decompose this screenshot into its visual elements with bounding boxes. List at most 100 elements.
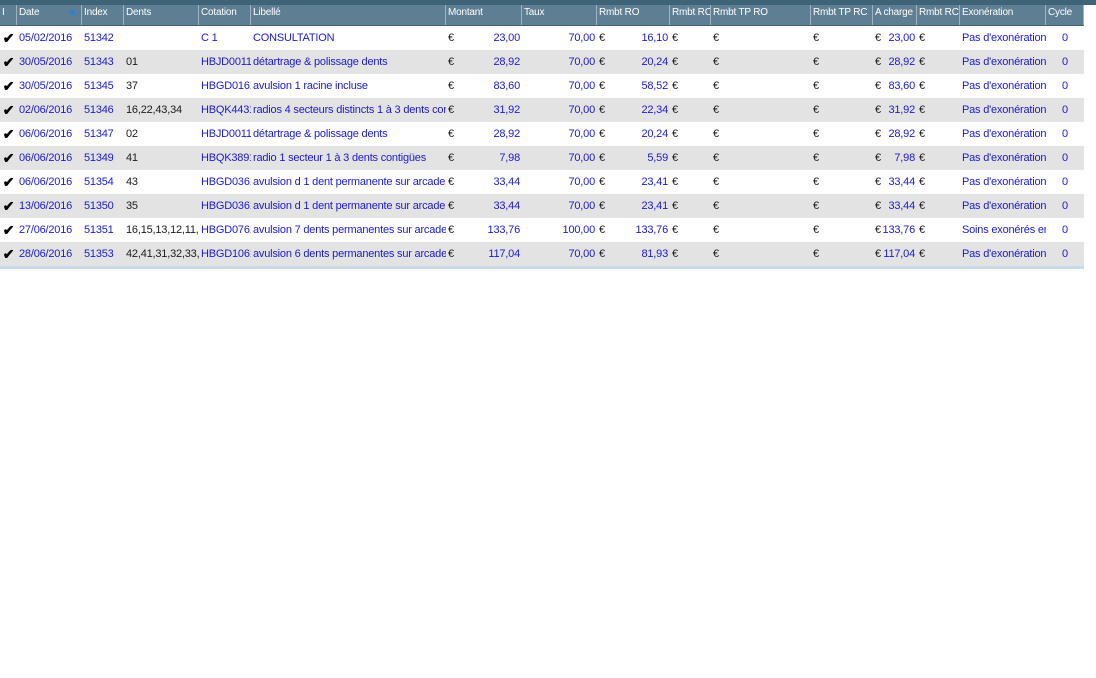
euro-symbol: €: [875, 152, 881, 164]
row-checkbox[interactable]: ✔: [0, 146, 17, 170]
col-header-index[interactable]: Index: [82, 5, 124, 25]
col-header-check[interactable]: I: [0, 5, 17, 25]
euro-symbol: €: [875, 224, 881, 236]
table-row[interactable]: ✔ 05/02/2016 51342 C 1 CONSULTATION €23,00 70,…: [0, 26, 1084, 50]
row-checkbox[interactable]: ✔: [0, 74, 17, 98]
cell-rmbt-tp-ro: €: [711, 98, 811, 122]
euro-symbol: €: [875, 176, 881, 188]
col-header-rmbt-tp-rc[interactable]: Rmbt TP RC: [811, 5, 873, 25]
cell-rmbt-tp-ro: €: [711, 74, 811, 98]
cell-taux: 70,00: [568, 80, 595, 92]
cell-cotation: HBGD0361: [201, 200, 251, 212]
col-header-cycle[interactable]: Cycle: [1046, 5, 1084, 25]
euro-symbol: €: [599, 128, 605, 140]
cell-rmbt-tp-ro: €: [711, 26, 811, 50]
cell-montant: €33,44: [446, 194, 522, 218]
cell-montant-value: 7,98: [499, 152, 520, 164]
col-header-rmbt-ro[interactable]: Rmbt RO: [597, 5, 670, 25]
cell-cotation: HBJD0011 (: [201, 56, 251, 68]
cell-index: 51343: [84, 56, 114, 68]
cell-a-charge-value: 117,04: [883, 248, 915, 260]
table-row[interactable]: ✔ 13/06/2016 51350 35 HBGD0361 avulsion d 1 d…: [0, 194, 1084, 218]
cell-rmbt-tp-ro: €: [711, 218, 811, 242]
cell-rmbt-ro: €5,59: [597, 146, 670, 170]
cell-exoneration: Pas d'exonération: [962, 128, 1046, 140]
cell-date: 27/06/2016: [19, 224, 73, 236]
cell-rmbt-ro: €133,76: [597, 218, 670, 242]
cell-taux: 70,00: [568, 176, 595, 188]
row-checkbox[interactable]: ✔: [0, 98, 17, 122]
euro-symbol: €: [713, 32, 719, 44]
cell-index: 51345: [84, 80, 114, 92]
euro-symbol: €: [672, 152, 678, 164]
euro-symbol: €: [713, 80, 719, 92]
acts-grid[interactable]: I Date Index Dents Cotation Libellé Mont…: [0, 5, 1084, 266]
cell-index: 51351: [84, 224, 114, 236]
cell-rmbt-ro-value: 22,34: [641, 104, 668, 116]
row-checkbox[interactable]: ✔: [0, 26, 17, 50]
euro-symbol: €: [448, 32, 454, 44]
cell-montant: €28,92: [446, 122, 522, 146]
col-header-dents[interactable]: Dents: [124, 5, 199, 25]
cell-rmbt-rc2: €: [917, 26, 960, 50]
row-checkbox[interactable]: ✔: [0, 194, 17, 218]
table-row[interactable]: ✔ 30/05/2016 51343 01 HBJD0011 (détartrage &…: [0, 50, 1084, 74]
table-row[interactable]: ✔ 28/06/2016 51353 42,41,31,32,33,34HBGD106…: [0, 242, 1084, 266]
cell-libelle: avulsion 7 dents permanentes sur arcade …: [253, 224, 446, 236]
cell-exoneration: Soins exonérés en: [962, 224, 1046, 236]
euro-symbol: €: [672, 200, 678, 212]
euro-symbol: €: [599, 32, 605, 44]
euro-symbol: €: [875, 32, 881, 44]
col-header-libelle[interactable]: Libellé: [251, 5, 446, 25]
table-row[interactable]: ✔ 02/06/2016 51346 16,22,43,34 HBQK4431 (rad…: [0, 98, 1084, 122]
cell-rmbt-rc: €: [670, 146, 711, 170]
col-header-rmbt-tp-ro[interactable]: Rmbt TP RO: [711, 5, 811, 25]
grid-body: ✔ 05/02/2016 51342 C 1 CONSULTATION €23,00 70,…: [0, 26, 1084, 266]
cell-cycle: 0: [1062, 104, 1068, 116]
table-row[interactable]: ✔ 06/06/2016 51349 41 HBQK3891 (radio 1 sect…: [0, 146, 1084, 170]
table-row[interactable]: ✔ 30/05/2016 51345 37 HBGD0161 avulsion 1 rac…: [0, 74, 1084, 98]
col-header-taux[interactable]: Taux: [522, 5, 597, 25]
cell-rmbt-tp-rc: €: [811, 146, 873, 170]
cell-libelle: avulsion d 1 dent permanente sur arcade …: [253, 200, 446, 212]
cell-montant: €33,44: [446, 170, 522, 194]
euro-symbol: €: [713, 224, 719, 236]
cell-montant: €117,04: [446, 242, 522, 266]
cell-index: 51347: [84, 128, 114, 140]
euro-symbol: €: [813, 32, 819, 44]
cell-rmbt-rc: €: [670, 50, 711, 74]
euro-symbol: €: [672, 176, 678, 188]
row-checkbox[interactable]: ✔: [0, 50, 17, 74]
table-row[interactable]: ✔ 27/06/2016 51351 16,15,13,12,11,21HBGD076…: [0, 218, 1084, 242]
cell-cycle: 0: [1062, 224, 1068, 236]
row-checkbox[interactable]: ✔: [0, 218, 17, 242]
euro-symbol: €: [672, 56, 678, 68]
cell-montant-value: 28,92: [493, 128, 520, 140]
cell-rmbt-tp-ro: €: [711, 50, 811, 74]
euro-symbol: €: [813, 104, 819, 116]
euro-symbol: €: [448, 176, 454, 188]
euro-symbol: €: [875, 56, 881, 68]
euro-symbol: €: [713, 248, 719, 260]
col-header-a-charge[interactable]: A charge: [873, 5, 917, 25]
row-checkbox[interactable]: ✔: [0, 122, 17, 146]
col-header-date[interactable]: Date: [17, 5, 82, 25]
col-header-montant[interactable]: Montant: [446, 5, 522, 25]
cell-taux: 100,00: [562, 224, 596, 236]
euro-symbol: €: [813, 128, 819, 140]
table-row[interactable]: ✔ 06/06/2016 51347 02 HBJD0011 (détartrage &…: [0, 122, 1084, 146]
col-header-exoneration[interactable]: Exonération: [960, 5, 1046, 25]
cell-dents: 35: [126, 200, 138, 212]
col-header-rmbt-rc[interactable]: Rmbt RC: [670, 5, 711, 25]
euro-symbol: €: [813, 80, 819, 92]
cell-a-charge-value: 28,92: [888, 128, 915, 140]
sort-arrow-icon[interactable]: [68, 8, 79, 19]
col-header-cotation[interactable]: Cotation: [199, 5, 251, 25]
table-row[interactable]: ✔ 06/06/2016 51354 43 HBGD0361 avulsion d 1 d…: [0, 170, 1084, 194]
col-header-rmbt-rc2[interactable]: Rmbt RC: [917, 5, 960, 25]
cell-date: 30/05/2016: [19, 56, 73, 68]
cell-rmbt-tp-rc: €: [811, 122, 873, 146]
checkmark-icon: ✔: [2, 150, 15, 166]
row-checkbox[interactable]: ✔: [0, 242, 17, 266]
row-checkbox[interactable]: ✔: [0, 170, 17, 194]
